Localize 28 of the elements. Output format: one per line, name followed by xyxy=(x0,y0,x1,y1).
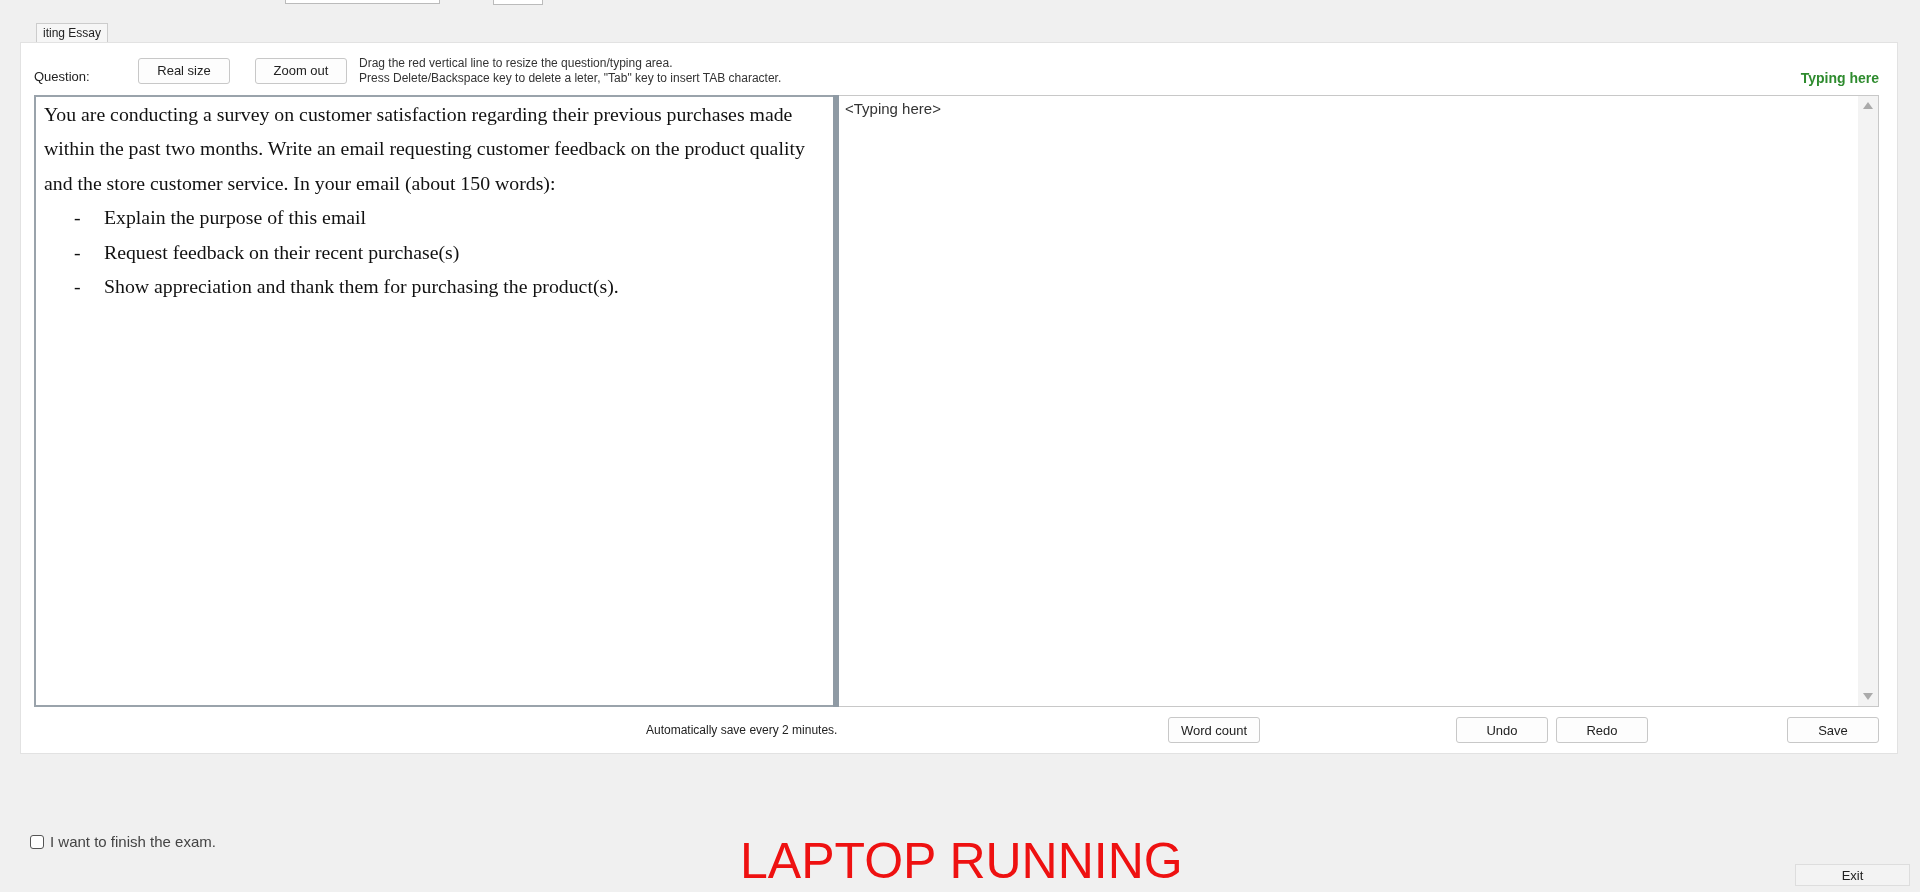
bullet-text: Show appreciation and thank them for purchasing the product(s). xyxy=(104,274,619,300)
checkbox[interactable] xyxy=(30,834,44,849)
placeholder-text: <Typing here> xyxy=(845,99,941,117)
bullet-marker: - xyxy=(73,239,82,265)
tab[interactable]: iting Essay xyxy=(36,23,109,42)
scroll-up-icon[interactable] xyxy=(1863,101,1873,109)
real-size-button[interactable]: Real size xyxy=(138,57,230,84)
bullet-text: Request feedback on their recent purchase(s) xyxy=(104,239,460,265)
zoom-out-button[interactable]: Zoom out xyxy=(255,57,347,84)
redo-button[interactable]: Redo xyxy=(1556,717,1648,744)
bullet-text: Explain the purpose of this email xyxy=(104,205,367,231)
question-label: Question: xyxy=(34,68,91,85)
question-text: You are conducting a survey on customer satisfaction regarding their previous purchases made within the past two months. Write an email requesting customer feedback on the product quality and the store customer service. In your email (about 150 words): xyxy=(44,101,806,196)
instruction-text: Press Delete/Backspace key to delete a leter, "Tab" key to insert TAB character. xyxy=(359,70,782,86)
bullet-marker: - xyxy=(73,205,82,231)
exit-button[interactable]: Exit xyxy=(1795,864,1910,886)
undo-button[interactable]: Undo xyxy=(1456,717,1548,744)
autosave-note: Automatically save every 2 minutes. xyxy=(646,723,839,738)
word-count-button[interactable]: Word count xyxy=(1168,717,1260,744)
typing-field[interactable]: <Typing here> xyxy=(839,94,1879,708)
scrollbar[interactable] xyxy=(1858,95,1878,707)
bullet-marker: - xyxy=(73,274,82,300)
status-text: LAPTOP RUNNING xyxy=(740,836,1183,886)
checkbox-label[interactable]: I want to finish the exam. xyxy=(50,833,216,850)
instruction-text: Drag the red vertical line to resize the question/typing area. xyxy=(359,55,674,71)
scroll-down-icon[interactable] xyxy=(1863,693,1873,701)
save-button[interactable]: Save xyxy=(1787,717,1879,744)
typing-label: Typing here xyxy=(1800,68,1879,86)
